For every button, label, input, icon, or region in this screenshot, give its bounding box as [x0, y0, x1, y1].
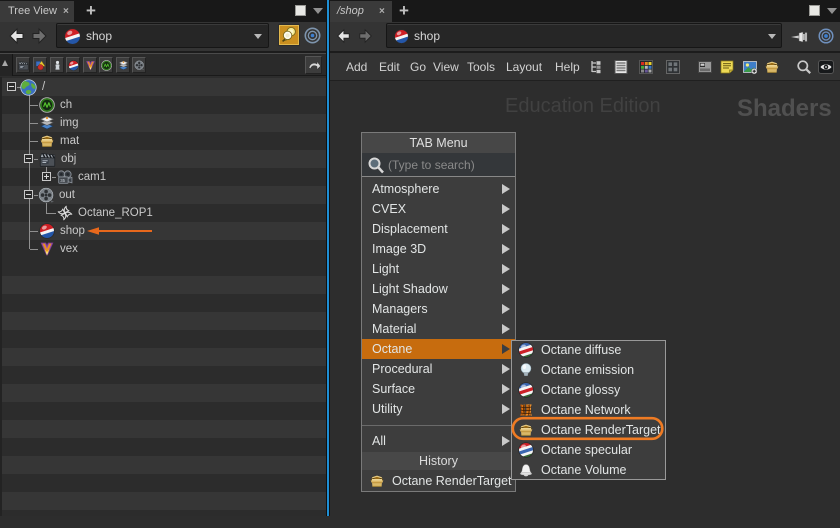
svg-text:35: 35: [60, 178, 65, 183]
